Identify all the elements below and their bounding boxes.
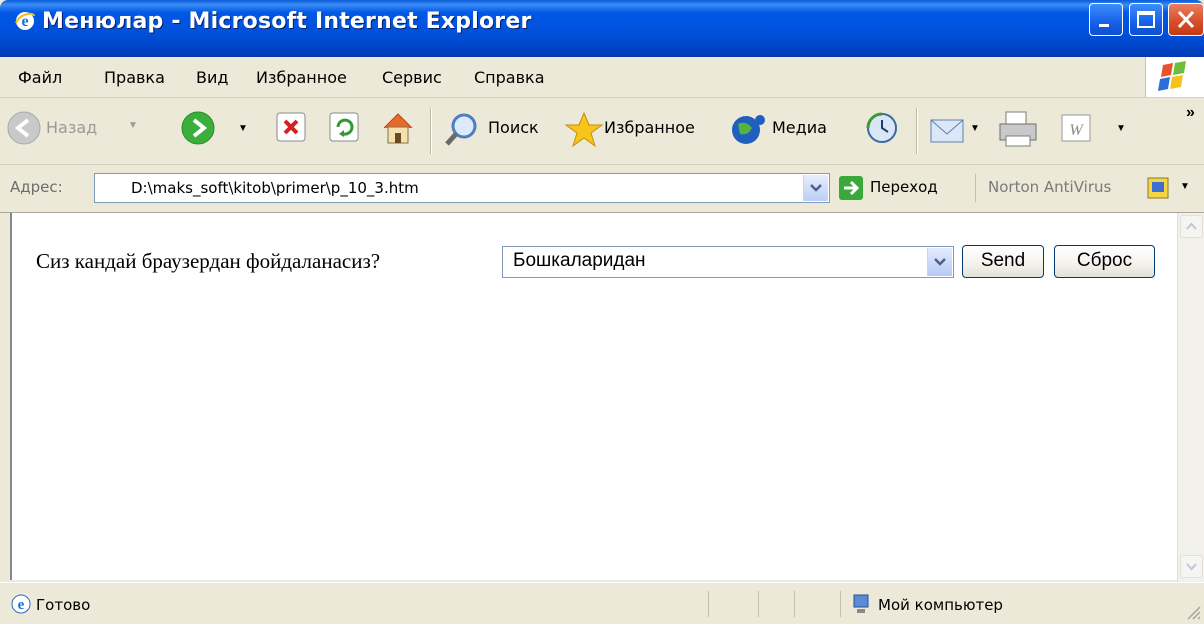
- menu-help[interactable]: Справка: [474, 68, 545, 87]
- my-computer-icon: [853, 594, 869, 613]
- select-dropdown-button[interactable]: [927, 248, 952, 276]
- back-dropdown-icon: ▼: [128, 120, 138, 131]
- status-text: Готово: [36, 596, 91, 614]
- forward-dropdown-icon[interactable]: ▼: [238, 123, 248, 134]
- title-bar[interactable]: e Менюлар - Microsoft Internet Explorer: [0, 0, 1204, 57]
- svg-text:e: e: [18, 597, 25, 613]
- address-label: Адрес:: [10, 178, 63, 196]
- vertical-scrollbar[interactable]: [1177, 213, 1204, 582]
- print-icon[interactable]: [996, 108, 1040, 152]
- go-label: Переход: [870, 178, 938, 196]
- edit-dropdown-icon[interactable]: ▼: [1116, 123, 1126, 134]
- minimize-button[interactable]: [1089, 3, 1123, 36]
- chevron-down-icon: [810, 184, 822, 192]
- menu-view[interactable]: Вид: [196, 68, 228, 87]
- media-label: Медиа: [772, 118, 827, 137]
- history-icon[interactable]: [862, 110, 902, 150]
- back-button[interactable]: Назад ▼: [6, 106, 154, 154]
- scroll-down-button[interactable]: [1180, 555, 1203, 578]
- norton-dropdown-icon[interactable]: ▼: [1180, 181, 1190, 192]
- forward-arrow-icon[interactable]: [180, 110, 216, 146]
- media-icon: [732, 115, 765, 144]
- back-label: Назад: [46, 118, 98, 137]
- address-value: D:\maks_soft\kitob\primer\p_10_3.htm: [131, 179, 419, 197]
- send-button[interactable]: Send: [962, 245, 1044, 278]
- address-dropdown-button[interactable]: [803, 175, 828, 201]
- browser-select[interactable]: Бошкаларидан: [502, 246, 954, 278]
- scroll-up-icon: [1186, 222, 1197, 230]
- page-content: Сиз кандай браузердан фойдаланасиз? Бошк…: [10, 213, 1177, 580]
- search-icon: [445, 113, 477, 146]
- status-panel: [758, 591, 795, 617]
- search-button[interactable]: Поиск: [442, 106, 554, 154]
- menu-edit[interactable]: Правка: [104, 68, 165, 87]
- minimize-icon: [1099, 24, 1109, 27]
- favorites-label: Избранное: [604, 118, 695, 137]
- go-button[interactable]: Переход: [838, 173, 962, 203]
- menu-file[interactable]: Файл: [18, 68, 62, 87]
- menu-tools[interactable]: Сервис: [382, 68, 442, 87]
- svg-text:W: W: [1069, 122, 1084, 139]
- close-button[interactable]: [1168, 3, 1204, 36]
- select-value: Бошкаларидан: [513, 250, 646, 271]
- home-icon[interactable]: [378, 108, 418, 148]
- back-arrow-icon: [7, 111, 41, 145]
- standard-toolbar: Назад ▼ ▼ Поиск Избранное Медиа ▼ W ▼ »: [0, 98, 1204, 165]
- menu-bar: Файл Правка Вид Избранное Сервис Справка: [0, 57, 1204, 98]
- scroll-down-icon: [1186, 563, 1197, 571]
- favorites-button[interactable]: Избранное: [564, 106, 714, 154]
- windows-logo: [1145, 57, 1204, 97]
- zone-text: Мой компьютер: [878, 596, 1003, 614]
- search-label: Поиск: [488, 118, 539, 137]
- go-arrow-icon: [839, 176, 863, 200]
- status-panel: [708, 591, 759, 617]
- chevron-down-icon: [934, 258, 946, 266]
- status-panel: [794, 591, 841, 617]
- stop-icon[interactable]: [275, 110, 309, 144]
- ie-icon: e: [15, 12, 35, 30]
- mail-dropdown-icon[interactable]: ▼: [970, 123, 980, 134]
- media-button[interactable]: Медиа: [728, 106, 838, 154]
- scroll-up-button[interactable]: [1180, 215, 1203, 238]
- word-edit-icon[interactable]: W: [1060, 112, 1094, 146]
- address-input[interactable]: D:\maks_soft\kitob\primer\p_10_3.htm: [94, 173, 830, 203]
- windows-flag-icon: [1158, 61, 1186, 91]
- close-icon: [1177, 10, 1195, 29]
- maximize-button[interactable]: [1129, 3, 1163, 36]
- mail-icon[interactable]: [928, 110, 968, 150]
- refresh-icon[interactable]: [328, 110, 362, 144]
- reset-button[interactable]: Сброс: [1054, 245, 1155, 278]
- norton-icon[interactable]: [1146, 176, 1170, 200]
- question-label: Сиз кандай браузердан фойдаланасиз?: [36, 249, 381, 273]
- maximize-icon: [1137, 11, 1155, 28]
- page-status-icon: e: [11, 594, 31, 614]
- resize-grip-icon[interactable]: [1184, 603, 1202, 621]
- window-title: Менюлар - Microsoft Internet Explorer: [42, 9, 532, 34]
- favorites-star-icon: [564, 111, 604, 148]
- address-bar: Адрес: D:\maks_soft\kitob\primer\p_10_3.…: [0, 165, 1204, 213]
- norton-label[interactable]: Norton AntiVirus: [988, 178, 1111, 196]
- status-bar: e Готово Мой компьютер: [0, 582, 1204, 624]
- menu-favorites[interactable]: Избранное: [256, 68, 347, 87]
- toolbar-overflow-icon[interactable]: »: [1186, 104, 1195, 122]
